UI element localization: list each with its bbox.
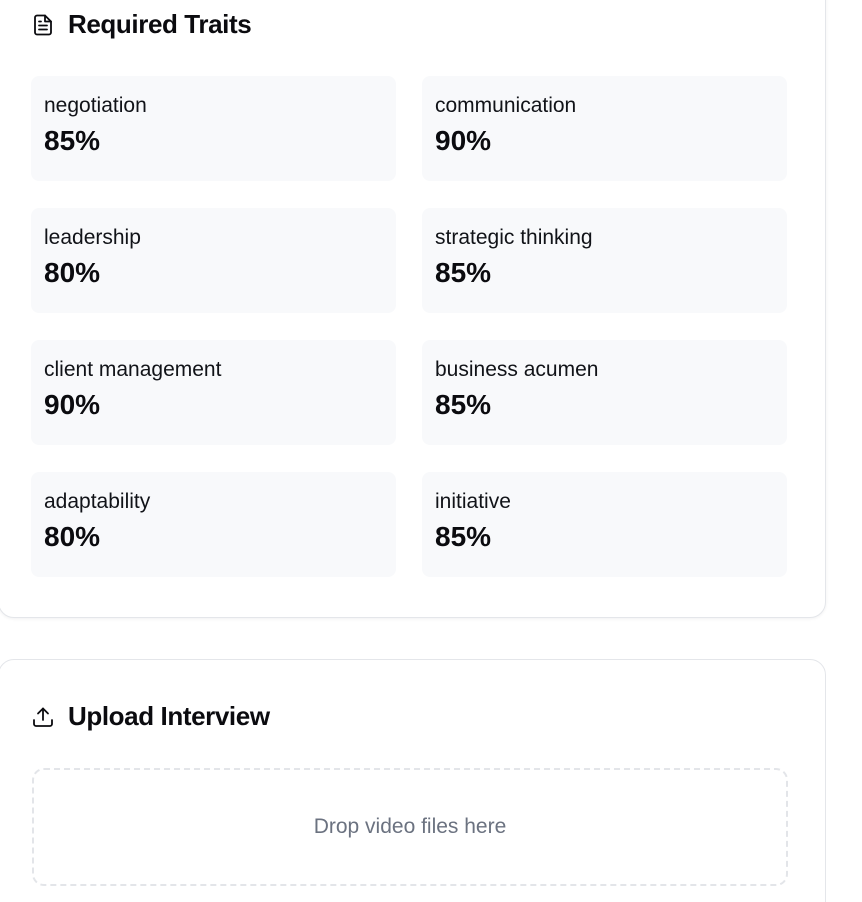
page: Required Traits negotiation 85% communic… — [0, 0, 862, 902]
trait-name: communication — [435, 94, 577, 117]
required-traits-card: Required Traits negotiation 85% communic… — [0, 0, 826, 618]
trait-name: strategic thinking — [435, 226, 593, 249]
trait-tile-business-acumen: business acumen 85% — [422, 340, 787, 445]
trait-name: adaptability — [44, 490, 151, 513]
upload-interview-card: Upload Interview Drop video files here — [0, 659, 826, 902]
trait-value: 85% — [435, 389, 492, 420]
trait-tile-initiative: initiative 85% — [422, 472, 787, 577]
trait-name: initiative — [435, 490, 511, 513]
trait-tile-strategic-thinking: strategic thinking 85% — [422, 208, 787, 313]
trait-name: business acumen — [435, 358, 599, 381]
trait-value: 80% — [44, 521, 101, 552]
trait-value: 80% — [44, 257, 101, 288]
file-text-icon — [32, 14, 54, 36]
trait-name: leadership — [44, 226, 141, 249]
trait-value: 90% — [44, 389, 101, 420]
trait-value: 85% — [44, 125, 101, 156]
trait-tile-communication: communication 90% — [422, 76, 787, 181]
traits-grid: negotiation 85% communication 90% leader… — [31, 76, 787, 577]
trait-name: client management — [44, 358, 222, 381]
upload-interview-header: Upload Interview — [32, 701, 270, 732]
trait-name: negotiation — [44, 94, 147, 117]
video-dropzone[interactable]: Drop video files here — [32, 768, 788, 886]
upload-interview-title: Upload Interview — [68, 701, 270, 731]
required-traits-title: Required Traits — [68, 9, 252, 39]
trait-tile-client-management: client management 90% — [31, 340, 396, 445]
dropzone-text: Drop video files here — [313, 815, 507, 838]
trait-tile-adaptability: adaptability 80% — [31, 472, 396, 577]
upload-icon — [32, 706, 54, 728]
trait-value: 85% — [435, 521, 492, 552]
trait-value: 90% — [435, 125, 492, 156]
trait-value: 85% — [435, 257, 492, 288]
trait-tile-negotiation: negotiation 85% — [31, 76, 396, 181]
required-traits-header: Required Traits — [32, 9, 252, 40]
trait-tile-leadership: leadership 80% — [31, 208, 396, 313]
